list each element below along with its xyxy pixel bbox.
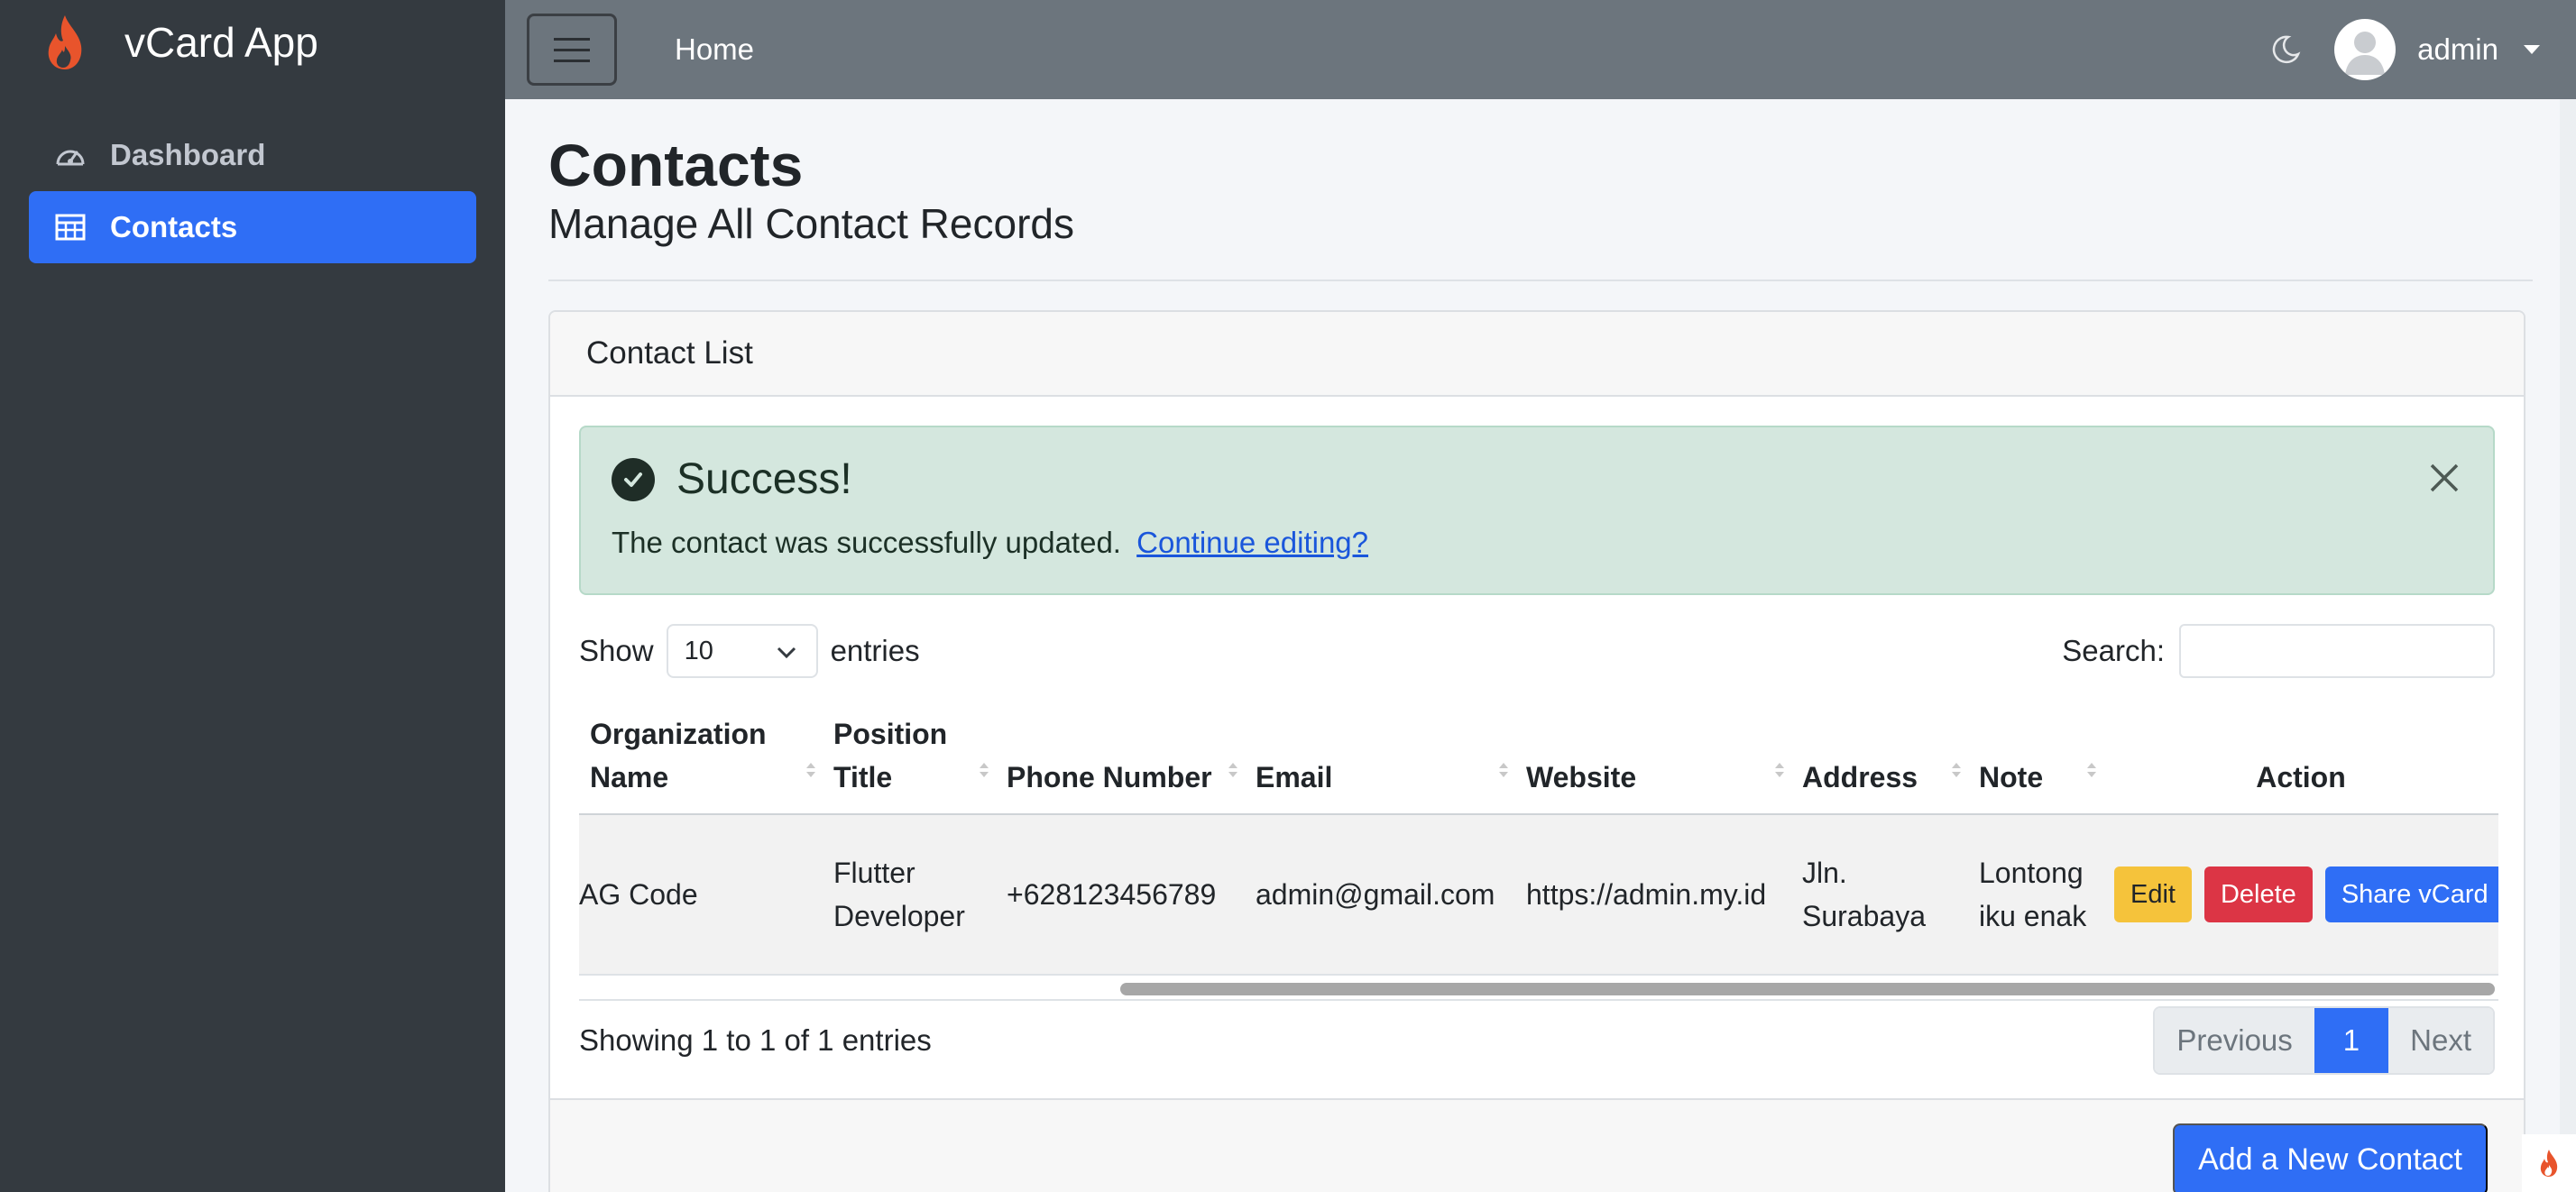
chevron-down-icon <box>777 637 796 666</box>
contact-list-card: Contact List Success! The contact was su… <box>548 310 2525 1192</box>
menu-toggle-button[interactable] <box>527 14 617 86</box>
cell-website: https://admin.my.id <box>1515 814 1791 975</box>
next-page-button[interactable]: Next <box>2388 1008 2493 1073</box>
sort-icon <box>806 763 815 777</box>
column-header-email[interactable]: Email <box>1245 701 1515 815</box>
delete-button[interactable]: Delete <box>2203 866 2313 922</box>
sidebar-item-label: Dashboard <box>110 138 266 171</box>
card-footer: Add a New Contact <box>550 1098 2524 1192</box>
sidebar-nav: Dashboard Contacts <box>0 119 505 263</box>
entries-label: entries <box>830 634 920 667</box>
cell-position: Flutter Developer <box>823 814 996 975</box>
horizontal-scrollbar[interactable] <box>579 977 2498 1001</box>
cell-address: Jln. Surabaya <box>1791 814 1968 975</box>
sidebar: vCard App Dashboard Contacts <box>0 0 505 1192</box>
sidebar-item-contacts[interactable]: Contacts <box>29 191 476 263</box>
brand-name: vCard App <box>124 19 318 66</box>
sort-icon <box>1775 763 1784 777</box>
page-1-button[interactable]: 1 <box>2314 1008 2389 1073</box>
alert-message: The contact was successfully updated. <box>612 526 1121 559</box>
column-header-organization[interactable]: Organization Name <box>579 701 823 815</box>
avatar[interactable] <box>2334 19 2397 80</box>
contacts-table-wrapper: Organization Name Position Title Phone N… <box>579 701 2498 1001</box>
sidebar-item-dashboard[interactable]: Dashboard <box>29 119 476 191</box>
page-size-select[interactable]: 10 <box>666 624 818 678</box>
cell-organization: AG Code <box>579 814 823 975</box>
sidebar-item-label: Contacts <box>110 210 238 243</box>
search-input[interactable] <box>2179 624 2495 678</box>
content-area: Contacts Manage All Contact Records Cont… <box>505 99 2576 1192</box>
previous-page-button[interactable]: Previous <box>2155 1008 2314 1073</box>
column-header-note[interactable]: Note <box>1968 701 2103 815</box>
entries-info: Showing 1 to 1 of 1 entries <box>579 1023 932 1057</box>
column-header-position[interactable]: Position Title <box>823 701 996 815</box>
page-size-control: Show 10 entries <box>579 624 920 678</box>
hamburger-icon <box>554 59 590 62</box>
scrollbar-thumb[interactable] <box>1120 983 2495 995</box>
cell-email: admin@gmail.com <box>1245 814 1515 975</box>
page-title: Contacts <box>548 132 804 198</box>
close-icon[interactable] <box>2426 460 2462 496</box>
share-vcard-button[interactable]: Share vCard <box>2324 866 2498 922</box>
flame-icon[interactable] <box>2522 1134 2576 1192</box>
edit-button[interactable]: Edit <box>2114 866 2192 922</box>
sort-icon <box>1952 763 1961 777</box>
show-label: Show <box>579 634 654 667</box>
pagination: Previous 1 Next <box>2153 1006 2495 1075</box>
user-menu[interactable]: admin <box>2417 32 2498 67</box>
column-header-website[interactable]: Website <box>1515 701 1791 815</box>
gauge-icon <box>54 139 87 171</box>
add-contact-button[interactable]: Add a New Contact <box>2173 1123 2488 1192</box>
chevron-down-icon[interactable] <box>2524 45 2540 54</box>
page-scrollbar[interactable] <box>2560 99 2576 1192</box>
table-controls: Show 10 entries Search: <box>579 624 2495 678</box>
sort-icon <box>980 763 989 777</box>
search-control: Search: <box>2062 624 2495 678</box>
page-subtitle: Manage All Contact Records <box>548 200 1074 247</box>
hamburger-icon <box>554 37 590 41</box>
card-body: Success! The contact was successfully up… <box>550 397 2524 1075</box>
search-label: Search: <box>2062 634 2165 667</box>
topbar-right: admin <box>2268 0 2540 99</box>
check-circle-icon <box>612 457 655 501</box>
page-size-value: 10 <box>684 636 713 665</box>
contacts-table: Organization Name Position Title Phone N… <box>579 701 2498 976</box>
table-footer: Showing 1 to 1 of 1 entries Previous 1 N… <box>579 1006 2495 1075</box>
hamburger-icon <box>554 48 590 51</box>
card-title: Contact List <box>550 312 2524 397</box>
table-row: AG Code Flutter Developer +628123456789 … <box>579 814 2498 975</box>
success-alert: Success! The contact was successfully up… <box>579 426 2495 595</box>
column-header-action: Action <box>2103 701 2498 815</box>
column-header-address[interactable]: Address <box>1791 701 1968 815</box>
sort-icon <box>1228 763 1237 777</box>
sort-icon <box>1499 763 1508 777</box>
content-header: Contacts Manage All Contact Records <box>548 99 2533 281</box>
divider <box>548 280 2533 281</box>
alert-header: Success! <box>612 454 2462 504</box>
alert-message-row: The contact was successfully updated. Co… <box>612 526 2462 560</box>
table-header-row: Organization Name Position Title Phone N… <box>579 701 2498 815</box>
top-navbar: Home admin <box>505 0 2576 99</box>
table-icon <box>54 211 87 243</box>
dark-mode-toggle-icon[interactable] <box>2268 32 2304 68</box>
alert-title: Success! <box>676 455 852 503</box>
column-header-phone[interactable]: Phone Number <box>996 701 1245 815</box>
cell-phone: +628123456789 <box>996 814 1245 975</box>
cell-note: Lontong iku enak <box>1968 814 2103 975</box>
sort-icon <box>2087 763 2096 777</box>
flame-icon <box>36 14 94 71</box>
cell-actions: Edit Delete Share vCard <box>2103 814 2498 975</box>
continue-editing-link[interactable]: Continue editing? <box>1136 526 1368 559</box>
home-link[interactable]: Home <box>675 32 754 67</box>
brand-link[interactable]: vCard App <box>0 0 505 85</box>
